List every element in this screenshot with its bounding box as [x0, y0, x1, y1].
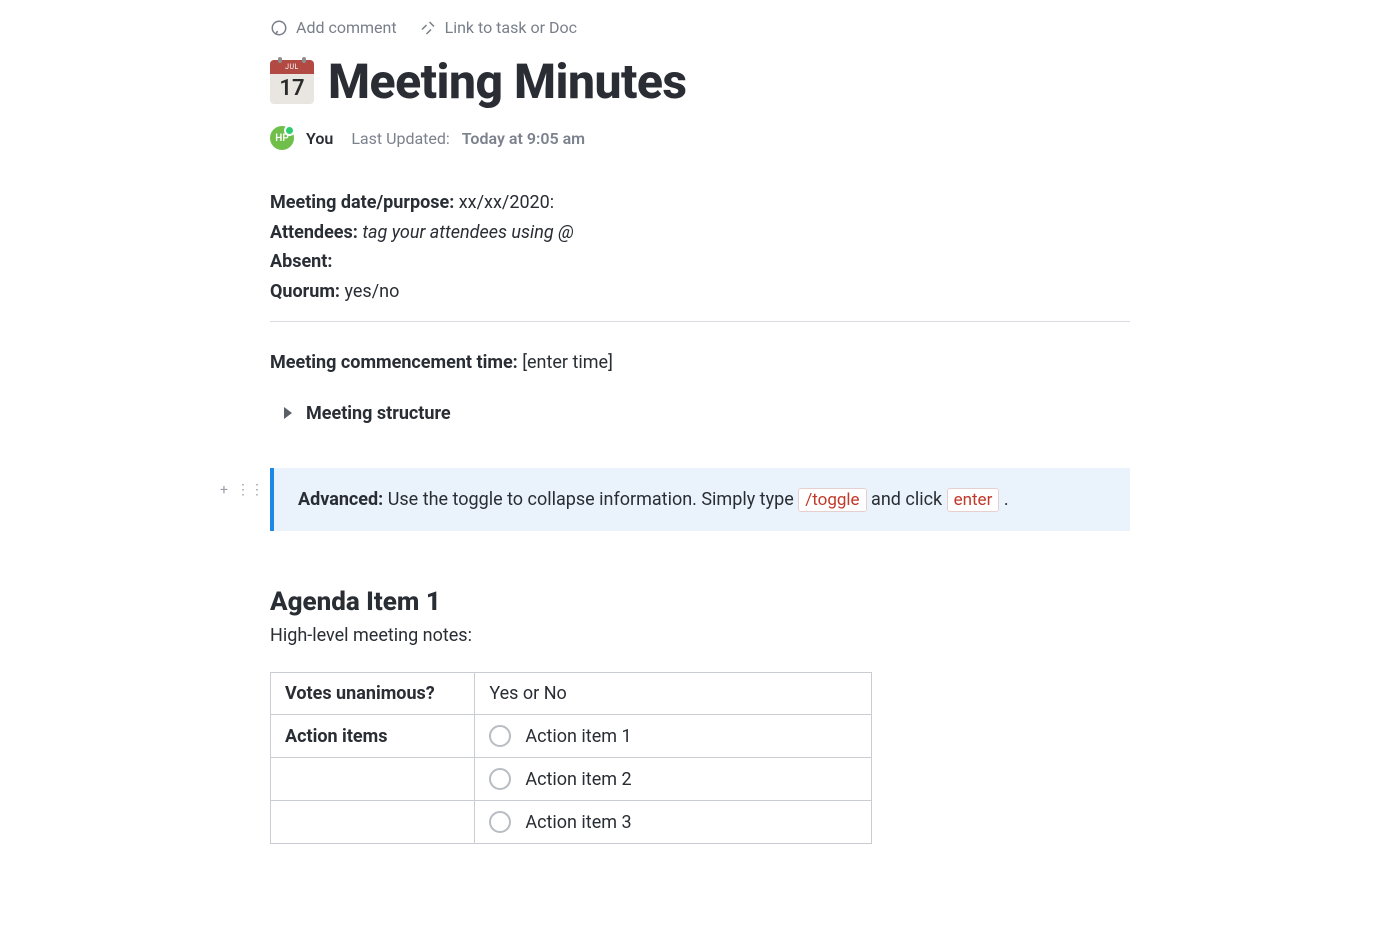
- page-title[interactable]: Meeting Minutes: [328, 53, 687, 110]
- comment-icon: [270, 19, 288, 37]
- link-task-label: Link to task or Doc: [445, 18, 577, 37]
- divider: [270, 321, 1130, 322]
- meta-quorum-value: yes/no: [344, 281, 399, 302]
- meta-date-label: Meeting date/purpose:: [270, 192, 454, 213]
- callout[interactable]: Advanced: Use the toggle to collapse inf…: [270, 468, 1130, 532]
- commencement-label: Meeting commencement time:: [270, 352, 518, 373]
- meta-attendees-label: Attendees:: [270, 222, 358, 243]
- action-item-cell[interactable]: Action item 3: [475, 801, 872, 844]
- action-items-label[interactable]: Action items: [271, 715, 475, 758]
- byline: HP You Last Updated: Today at 9:05 am: [270, 126, 1130, 150]
- table-row: Action items Action item 1: [271, 715, 872, 758]
- meta-date-row: Meeting date/purpose: xx/xx/2020:: [270, 188, 1130, 218]
- calendar-day: 17: [270, 74, 314, 104]
- toggle-label: Meeting structure: [306, 403, 451, 424]
- action-item-text: Action item 2: [525, 769, 631, 790]
- add-comment-action[interactable]: Add comment: [270, 18, 397, 37]
- callout-block: + ⋮⋮ Advanced: Use the toggle to collaps…: [270, 468, 1130, 532]
- drag-handle-icon[interactable]: ⋮⋮: [236, 482, 264, 498]
- document-page: Add comment Link to task or Doc JUL 17 M…: [270, 0, 1130, 884]
- callout-label: Advanced:: [298, 489, 383, 510]
- agenda-subtitle[interactable]: High-level meeting notes:: [270, 625, 1130, 646]
- link-icon: [419, 19, 437, 37]
- add-comment-label: Add comment: [296, 18, 397, 37]
- empty-cell[interactable]: [271, 801, 475, 844]
- empty-cell[interactable]: [271, 758, 475, 801]
- meta-date-value: xx/xx/2020:: [459, 192, 554, 213]
- calendar-icon[interactable]: JUL 17: [270, 60, 314, 104]
- action-item-cell[interactable]: Action item 1: [475, 715, 872, 758]
- table-row: Votes unanimous? Yes or No: [271, 673, 872, 715]
- commencement-row[interactable]: Meeting commencement time: [enter time]: [270, 352, 1130, 373]
- meta-quorum-row: Quorum: yes/no: [270, 277, 1130, 307]
- callout-text-1: Use the toggle to collapse information. …: [388, 489, 794, 510]
- link-task-action[interactable]: Link to task or Doc: [419, 18, 577, 37]
- radio-icon[interactable]: [489, 811, 511, 833]
- agenda-section: Agenda Item 1 High-level meeting notes: …: [270, 587, 1130, 844]
- meta-absent-row: Absent:: [270, 247, 1130, 277]
- callout-text-2: and click: [871, 489, 942, 510]
- toggle-meeting-structure[interactable]: Meeting structure: [284, 403, 1130, 424]
- title-row: JUL 17 Meeting Minutes: [270, 53, 1130, 110]
- meta-quorum-label: Quorum:: [270, 281, 340, 302]
- caret-right-icon: [284, 407, 292, 419]
- radio-icon[interactable]: [489, 768, 511, 790]
- agenda-heading[interactable]: Agenda Item 1: [270, 587, 1130, 617]
- action-item-text: Action item 3: [525, 812, 631, 833]
- last-updated-value: Today at 9:05 am: [462, 129, 585, 148]
- top-actions: Add comment Link to task or Doc: [270, 18, 1130, 47]
- action-item-cell[interactable]: Action item 2: [475, 758, 872, 801]
- table-row: Action item 3: [271, 801, 872, 844]
- add-block-icon[interactable]: +: [220, 482, 228, 498]
- block-handles: + ⋮⋮: [220, 482, 264, 498]
- code-toggle: /toggle: [798, 488, 866, 512]
- meta-absent-label: Absent:: [270, 251, 332, 272]
- agenda-table[interactable]: Votes unanimous? Yes or No Action items …: [270, 672, 872, 844]
- code-enter: enter: [947, 488, 1000, 512]
- commencement-value: [enter time]: [522, 352, 613, 373]
- user-label: You: [306, 129, 333, 148]
- votes-value[interactable]: Yes or No: [475, 673, 872, 715]
- votes-label[interactable]: Votes unanimous?: [271, 673, 475, 715]
- callout-tail: .: [1004, 489, 1009, 510]
- meta-attendees-row: Attendees: tag your attendees using @: [270, 218, 1130, 248]
- radio-icon[interactable]: [489, 725, 511, 747]
- action-item-text: Action item 1: [525, 726, 631, 747]
- avatar[interactable]: HP: [270, 126, 294, 150]
- calendar-month: JUL: [270, 60, 314, 74]
- last-updated-label: Last Updated:: [351, 129, 449, 148]
- meta-attendees-hint: tag your attendees using @: [362, 222, 574, 243]
- table-row: Action item 2: [271, 758, 872, 801]
- meta-block[interactable]: Meeting date/purpose: xx/xx/2020: Attend…: [270, 188, 1130, 307]
